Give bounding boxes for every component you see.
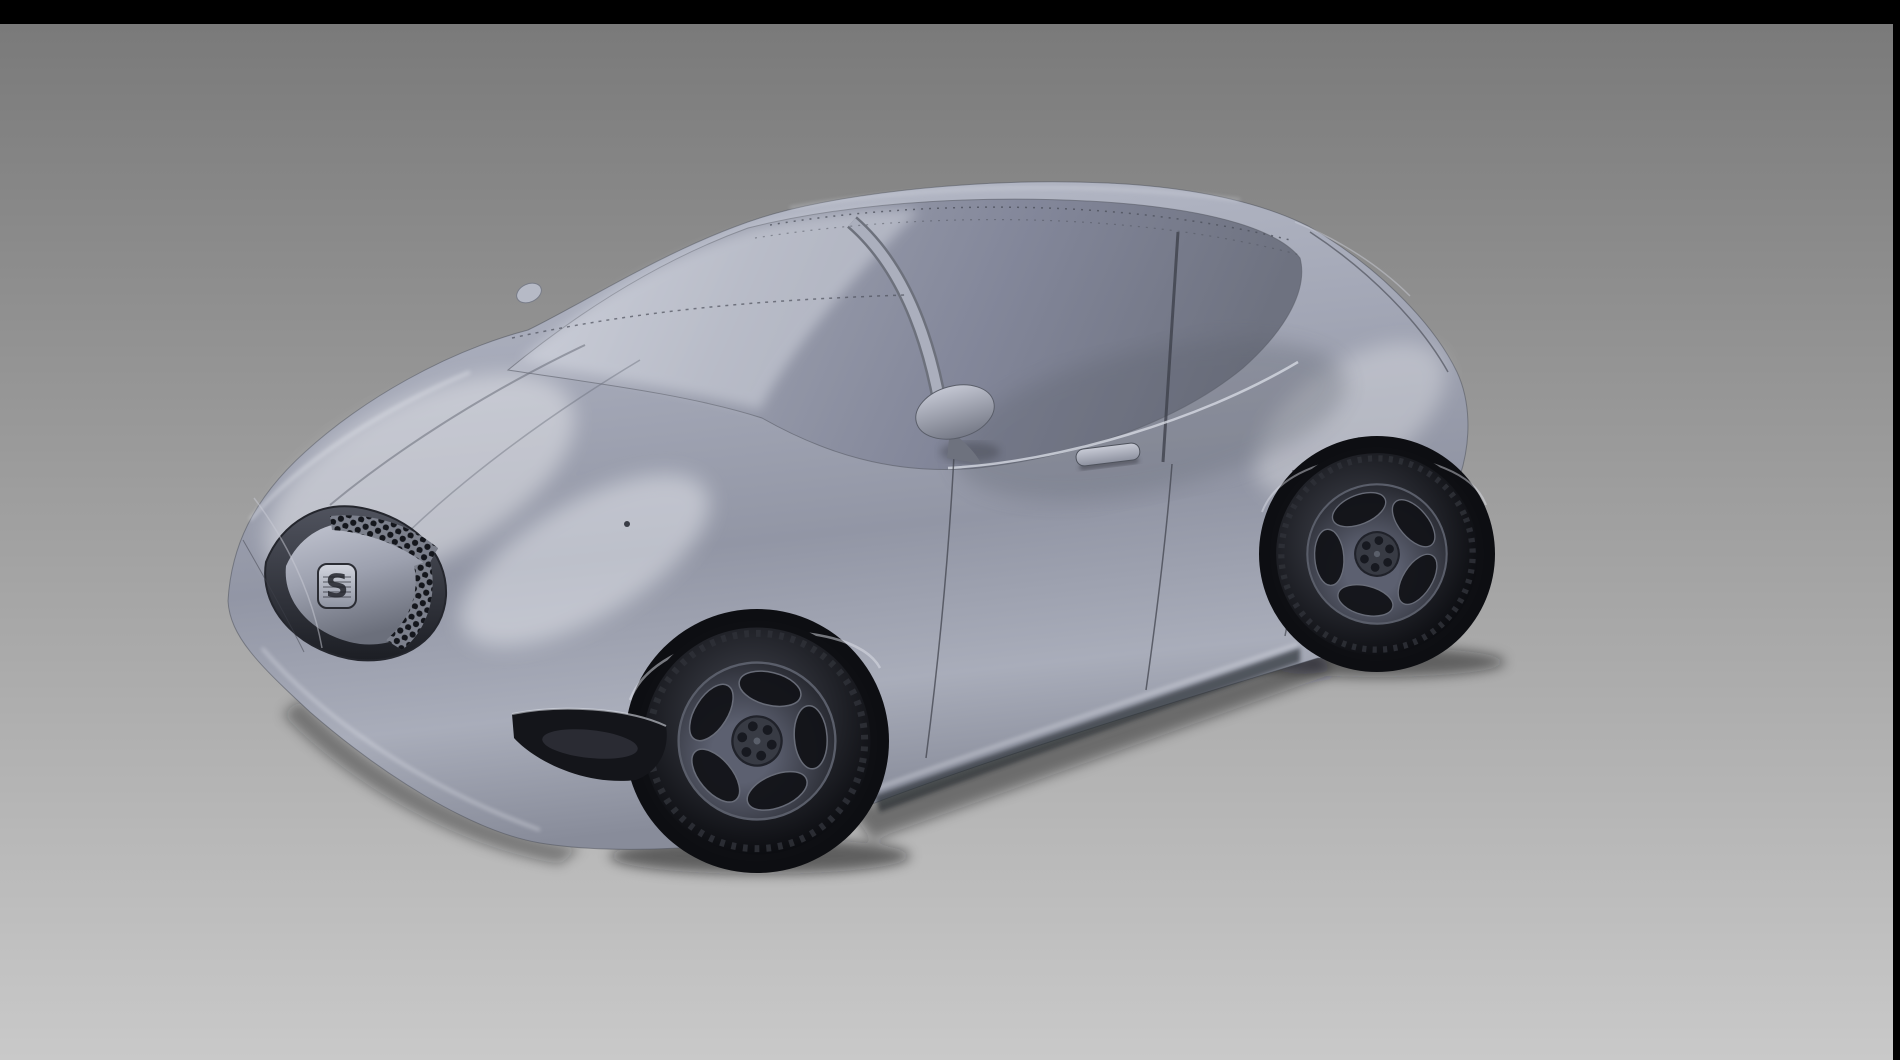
seat-badge-icon: S [318, 564, 356, 608]
render-canvas: Shaded 3D CAD render of a compact hatchb… [0, 24, 1893, 1060]
viewport-3d[interactable]: Shaded 3D CAD render of a compact hatchb… [0, 24, 1893, 1060]
right-letterbox-bar [1893, 0, 1900, 1060]
screenshot-stage: Shaded 3D CAD render of a compact hatchb… [0, 0, 1900, 1060]
top-letterbox-bar [0, 0, 1900, 24]
hood-speck [624, 521, 630, 527]
badge-letter: S [325, 567, 348, 605]
